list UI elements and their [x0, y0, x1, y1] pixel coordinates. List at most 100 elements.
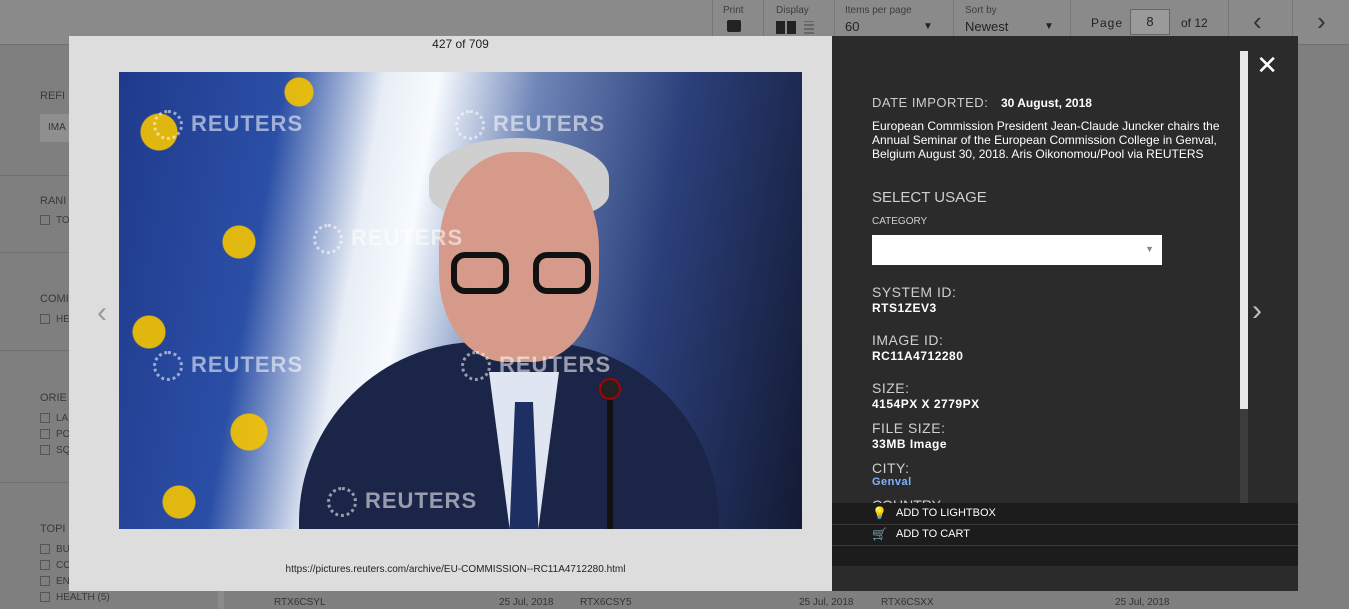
- photo[interactable]: REUTERS REUTERS REUTERS REUTERS REUTERS …: [119, 72, 802, 529]
- system-id-label: SYSTEM ID:: [872, 284, 957, 300]
- cart-icon: 🛒: [872, 527, 887, 541]
- orientation-option[interactable]: LA: [40, 413, 68, 424]
- option-label: BU: [56, 544, 70, 555]
- chevron-down-icon: ▼: [1145, 244, 1154, 254]
- watermark: REUTERS: [153, 110, 303, 140]
- page-label: Page: [1091, 16, 1124, 30]
- watermark-text: REUTERS: [493, 110, 606, 136]
- chevron-left-icon: ‹: [1253, 6, 1262, 36]
- rank-heading: RANI: [40, 195, 67, 207]
- watermark: REUTERS: [455, 110, 605, 140]
- items-value: 60: [845, 19, 860, 34]
- action-bar: 💡 ADD TO LIGHTBOX 🛒 ADD TO CART: [832, 503, 1298, 566]
- category-select[interactable]: ▼: [872, 235, 1162, 265]
- watermark: REUTERS: [313, 224, 463, 254]
- image-caption: European Commission President Jean-Claud…: [872, 119, 1220, 161]
- glasses: [451, 252, 597, 298]
- result-date: 25 Jul, 2018: [1115, 597, 1170, 608]
- checkbox[interactable]: [40, 560, 50, 571]
- grid-view-icon[interactable]: [776, 21, 796, 34]
- file-size-label: FILE SIZE:: [872, 420, 946, 436]
- refine-heading: REFI: [40, 90, 66, 102]
- checkbox[interactable]: [40, 413, 50, 424]
- topic-option[interactable]: BU: [40, 544, 70, 555]
- close-icon[interactable]: ✕: [1256, 52, 1278, 78]
- image-counter: 427 of 709: [432, 37, 489, 51]
- page-input[interactable]: 8: [1130, 9, 1170, 35]
- eu-flag: [119, 72, 339, 529]
- rank-option[interactable]: TO: [40, 215, 70, 226]
- details-panel: ✕ › DATE IMPORTED: 30 August, 2018 Europ…: [832, 36, 1298, 591]
- printer-icon[interactable]: [727, 20, 741, 32]
- image-id-value: RC11A4712280: [872, 349, 964, 363]
- watermark-text: REUTERS: [499, 351, 612, 377]
- checkbox[interactable]: [40, 544, 50, 555]
- watermark-text: REUTERS: [351, 224, 464, 250]
- chevron-left-icon[interactable]: ‹: [97, 296, 107, 330]
- watermark: REUTERS: [327, 487, 477, 517]
- watermark-text: REUTERS: [365, 487, 478, 513]
- result-id[interactable]: RTX6CSXX: [881, 597, 934, 608]
- page-total: of 12: [1181, 16, 1208, 30]
- orientation-option[interactable]: SQ: [40, 445, 70, 456]
- city-link[interactable]: Genval: [872, 476, 912, 488]
- topic-heading: TOPI: [40, 523, 66, 535]
- add-to-lightbox-label: ADD TO LIGHTBOX: [896, 507, 996, 519]
- chevron-right-icon[interactable]: ›: [1252, 294, 1262, 328]
- topic-option[interactable]: HEALTH (5): [40, 592, 110, 603]
- print-label: Print: [723, 5, 744, 16]
- orientation-option[interactable]: PO: [40, 429, 70, 440]
- microphone-icon: [599, 378, 621, 400]
- comm-option[interactable]: HE: [40, 314, 70, 325]
- lightbulb-icon: 💡: [872, 506, 887, 520]
- option-label: HEALTH (5): [56, 592, 110, 603]
- result-id[interactable]: RTX6CSY5: [580, 597, 632, 608]
- items-label: Items per page: [845, 5, 912, 16]
- select-usage-heading: SELECT USAGE: [872, 189, 987, 206]
- city-label: CITY:: [872, 460, 910, 476]
- checkbox[interactable]: [40, 592, 50, 603]
- option-label: LA: [56, 413, 69, 424]
- date-imported-value: 30 August, 2018: [1001, 96, 1092, 110]
- date-imported-label: DATE IMPORTED:: [872, 95, 989, 110]
- microphone-stand: [607, 382, 613, 529]
- option-label: TO: [56, 215, 70, 226]
- checkbox[interactable]: [40, 445, 50, 456]
- sort-label: Sort by: [965, 5, 997, 16]
- topic-option[interactable]: EN: [40, 576, 70, 587]
- add-to-lightbox-button[interactable]: 💡 ADD TO LIGHTBOX: [832, 503, 1298, 525]
- size-label: SIZE:: [872, 380, 910, 396]
- add-to-cart-button[interactable]: 🛒 ADD TO CART: [832, 524, 1298, 546]
- chevron-right-icon: ›: [1317, 6, 1326, 36]
- option-label: EN: [56, 576, 70, 587]
- chevron-down-icon: ▼: [1044, 21, 1054, 32]
- option-label: HE: [56, 314, 70, 325]
- watermark-text: REUTERS: [191, 351, 304, 377]
- next-page-button[interactable]: ›: [1292, 0, 1349, 44]
- watermark: REUTERS: [153, 351, 303, 381]
- add-to-cart-label: ADD TO CART: [896, 528, 970, 540]
- scrollbar-thumb[interactable]: [1240, 51, 1248, 409]
- watermark: REUTERS: [461, 351, 611, 381]
- orientation-heading: ORIE: [40, 392, 67, 404]
- size-value: 4154PX X 2779PX: [872, 397, 980, 411]
- result-id[interactable]: RTX6CSYL: [274, 597, 326, 608]
- image-id-label: IMAGE ID:: [872, 332, 944, 348]
- result-date: 25 Jul, 2018: [499, 597, 554, 608]
- file-size-value: 33MB Image: [872, 437, 948, 451]
- watermark-text: REUTERS: [191, 110, 304, 136]
- checkbox[interactable]: [40, 314, 50, 325]
- result-date: 25 Jul, 2018: [799, 597, 854, 608]
- image-url[interactable]: https://pictures.reuters.com/archive/EU-…: [69, 564, 842, 575]
- system-id-value: RTS1ZEV3: [872, 301, 937, 315]
- sort-value: Newest: [965, 19, 1009, 34]
- image-viewer: 427 of 709 ‹ REUTERS REUTERS REUTERS REU…: [69, 36, 832, 591]
- chevron-down-icon: ▼: [923, 21, 933, 32]
- checkbox[interactable]: [40, 576, 50, 587]
- list-view-icon[interactable]: [804, 21, 814, 34]
- checkbox[interactable]: [40, 215, 50, 226]
- checkbox[interactable]: [40, 429, 50, 440]
- category-label: CATEGORY: [872, 216, 928, 227]
- topic-option[interactable]: CO: [40, 560, 71, 571]
- comm-heading: COMI: [40, 293, 69, 305]
